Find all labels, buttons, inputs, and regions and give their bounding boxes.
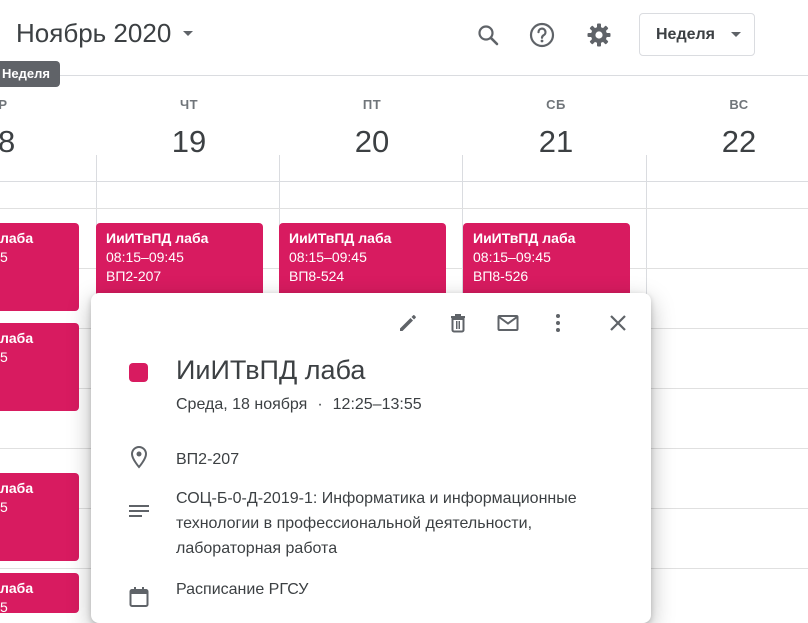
- day-of-week: ЧТ: [179, 97, 199, 112]
- event-title: лаба: [0, 230, 34, 246]
- settings-icon[interactable]: [581, 17, 617, 53]
- event-title: лаба: [0, 580, 34, 596]
- popup-event-time: 12:25–13:55: [332, 396, 422, 413]
- event-time: 08:15–09:45: [289, 249, 367, 265]
- event-card[interactable]: ИиИТвПД лаба 08:15–09:45 ВП8-524: [279, 223, 446, 303]
- event-time: 08:15–09:45: [473, 249, 551, 265]
- popup-event-datetime: Среда, 18 ноября · 12:25–13:55: [176, 396, 422, 414]
- event-location: ВП8-526: [473, 268, 529, 284]
- day-of-week: СР: [0, 97, 8, 112]
- day-number: 22: [721, 124, 757, 159]
- view-label: Неделя: [656, 25, 716, 43]
- top-bar: Ноябрь 2020 Неделя: [0, 0, 808, 76]
- separator-dot: ·: [317, 396, 323, 413]
- event-title: лаба: [0, 330, 34, 346]
- event-title: лаба: [0, 480, 34, 496]
- event-time: 08:15–09:45: [106, 249, 184, 265]
- delete-button[interactable]: [442, 307, 474, 339]
- mail-icon: [497, 315, 519, 331]
- search-icon[interactable]: [470, 17, 506, 53]
- day-header-wed[interactable]: СР 18: [0, 97, 38, 160]
- event-title: ИиИТвПД лаба: [106, 230, 209, 246]
- chevron-down-icon: [731, 32, 742, 37]
- event-title: ИиИТвПД лаба: [289, 230, 392, 246]
- event-card[interactable]: ИиИТвПД лаба 08:15–09:45 ВП8-526: [463, 223, 630, 303]
- event-color-swatch: [129, 363, 148, 382]
- month-selector[interactable]: Ноябрь 2020: [16, 18, 194, 49]
- email-guests-button[interactable]: [492, 307, 524, 339]
- view-tooltip: Неделя: [0, 61, 60, 87]
- event-time: 5: [0, 599, 8, 615]
- event-card[interactable]: лаба 5: [0, 473, 79, 561]
- popup-calendar-name: Расписание РГСУ: [176, 581, 309, 598]
- day-header-sun[interactable]: ВС 22: [699, 97, 779, 160]
- calendar-icon: [127, 585, 151, 609]
- day-number: 18: [0, 124, 16, 159]
- event-card[interactable]: ИиИТвПД лаба 08:15–09:45 ВП2-207: [96, 223, 263, 303]
- close-icon: [610, 315, 626, 331]
- popup-location: ВП2-207: [176, 451, 240, 468]
- day-of-week: ПТ: [362, 97, 382, 112]
- popup-description: СОЦ-Б-0-Д-2019-1: Информатика и информац…: [176, 490, 577, 557]
- event-time: 5: [0, 249, 8, 265]
- event-time: 5: [0, 499, 8, 515]
- trash-icon: [451, 314, 465, 333]
- edit-button[interactable]: [392, 307, 424, 339]
- event-time: 5: [0, 349, 8, 365]
- day-of-week: СБ: [546, 97, 566, 112]
- view-selector-button[interactable]: Неделя: [639, 13, 755, 56]
- hour-line: [0, 208, 808, 209]
- day-number: 21: [538, 124, 574, 159]
- location-pin-icon: [127, 445, 151, 469]
- event-card[interactable]: лаба 5: [0, 223, 79, 311]
- popup-event-date: Среда, 18 ноября: [176, 396, 308, 413]
- event-location: ВП2-207: [106, 268, 162, 284]
- help-icon[interactable]: [524, 17, 560, 53]
- day-header-sat[interactable]: СБ 21: [516, 97, 596, 160]
- event-card[interactable]: лаба 5: [0, 573, 79, 615]
- chevron-down-icon: [183, 31, 194, 36]
- event-location: ВП8-524: [289, 268, 345, 284]
- more-options-button[interactable]: [542, 307, 574, 339]
- all-day-divider: [0, 181, 808, 182]
- event-details-popup: ИиИТвПД лаба Среда, 18 ноября · 12:25–13:5…: [91, 293, 651, 623]
- event-title: ИиИТвПД лаба: [473, 230, 576, 246]
- day-header-fri[interactable]: ПТ 20: [332, 97, 412, 160]
- day-number: 19: [171, 124, 207, 159]
- popup-event-title: ИиИТвПД лаба: [176, 355, 366, 385]
- close-button[interactable]: [602, 307, 634, 339]
- event-card[interactable]: лаба 5: [0, 323, 79, 411]
- day-of-week: ВС: [729, 97, 749, 112]
- day-header-thu[interactable]: ЧТ 19: [149, 97, 229, 160]
- more-vert-icon: [556, 314, 560, 332]
- day-number: 20: [354, 124, 390, 159]
- description-icon: [127, 499, 151, 523]
- month-label: Ноябрь 2020: [16, 18, 172, 48]
- pencil-icon: [400, 315, 416, 331]
